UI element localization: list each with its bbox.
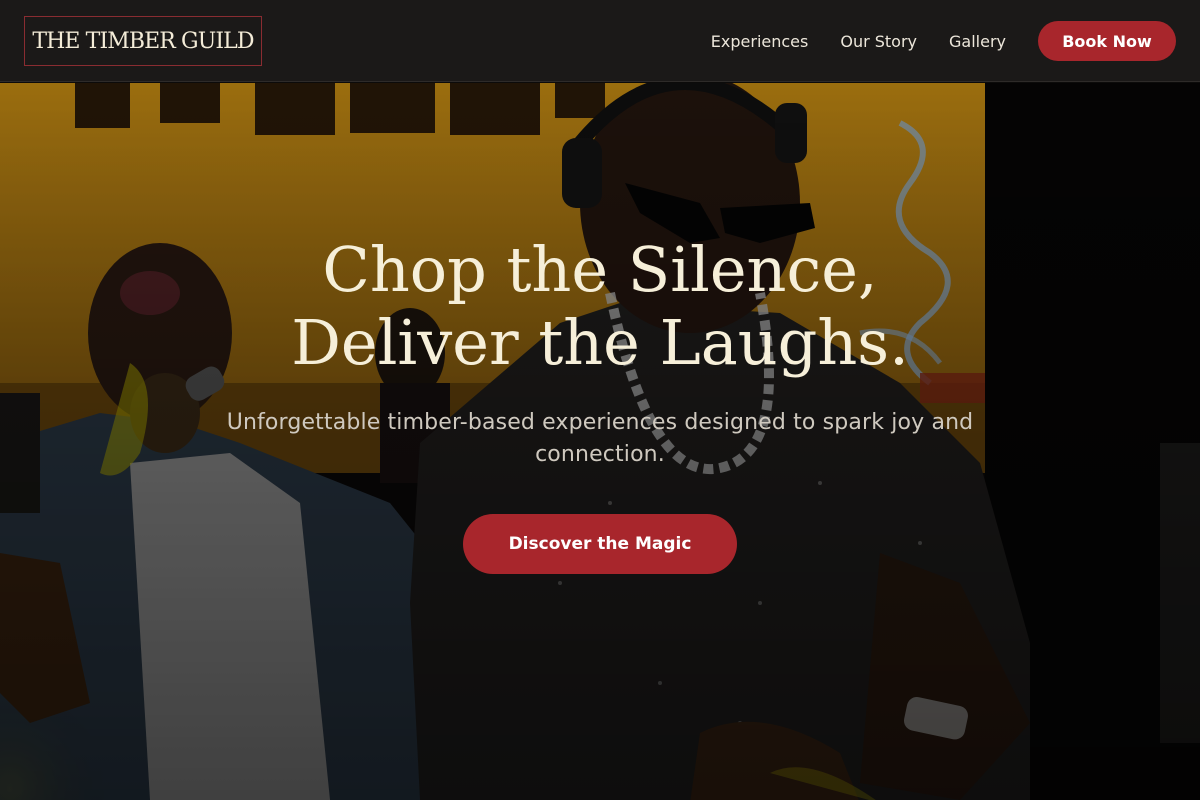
hero-subtitle: Unforgettable timber-based experiences d… xyxy=(226,410,974,467)
brand-logo[interactable]: THE TIMBER GUILD xyxy=(24,16,262,66)
top-navbar: THE TIMBER GUILD Experiences Our Story G… xyxy=(0,0,1200,82)
nav-link-experiences[interactable]: Experiences xyxy=(711,32,809,51)
nav-link-our-story[interactable]: Our Story xyxy=(840,32,917,51)
discover-the-magic-button[interactable]: Discover the Magic xyxy=(463,514,737,574)
book-now-button[interactable]: Book Now xyxy=(1038,21,1176,61)
hero-content: Chop the Silence, Deliver the Laughs. Un… xyxy=(150,233,1050,574)
nav-link-gallery[interactable]: Gallery xyxy=(949,32,1006,51)
hero-section: Chop the Silence, Deliver the Laughs. Un… xyxy=(0,83,1200,800)
nav-links: Experiences Our Story Gallery Book Now xyxy=(711,21,1176,61)
hero-heading: Chop the Silence, Deliver the Laughs. xyxy=(291,233,909,379)
